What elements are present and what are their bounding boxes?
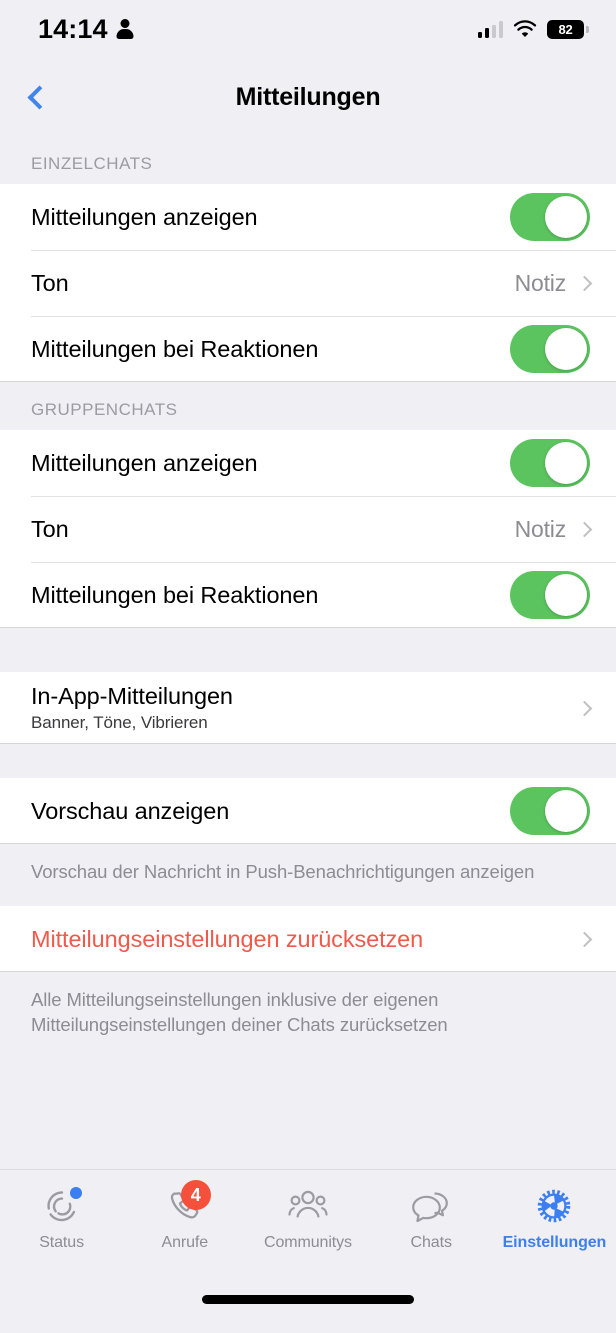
toggle-gruppenchats-reaction-notifications[interactable] bbox=[510, 571, 590, 619]
tab-chats[interactable]: Chats bbox=[370, 1185, 493, 1252]
toggle-einzelchats-reaction-notifications[interactable] bbox=[510, 325, 590, 373]
row-label: Mitteilungen anzeigen bbox=[31, 449, 258, 476]
row-label: Ton bbox=[31, 269, 69, 296]
chat-bubbles-icon bbox=[408, 1185, 454, 1227]
chevron-right-icon bbox=[576, 931, 593, 948]
chevron-right-icon bbox=[576, 521, 593, 537]
row-einzelchats-tone[interactable]: Ton Notiz bbox=[0, 250, 616, 316]
status-bar-right: 82 bbox=[477, 19, 589, 39]
status-bar: 14:14 82 bbox=[0, 0, 616, 58]
row-gruppenchats-tone[interactable]: Ton Notiz bbox=[0, 496, 616, 562]
tab-label: Einstellungen bbox=[502, 1234, 607, 1251]
chevron-right-icon bbox=[576, 275, 593, 291]
home-indicator[interactable] bbox=[202, 1295, 414, 1304]
tab-label: Status bbox=[39, 1234, 84, 1251]
section-in-app: In-App-Mitteilungen Banner, Töne, Vibrie… bbox=[0, 672, 616, 744]
home-indicator-area bbox=[0, 1295, 616, 1333]
row-gruppenchats-reaction-notifications[interactable]: Mitteilungen bei Reaktionen bbox=[0, 562, 616, 628]
person-icon bbox=[116, 18, 134, 40]
row-label: Ton bbox=[31, 515, 69, 542]
section-reset: Mitteilungseinstellungen zurücksetzen bbox=[0, 906, 616, 973]
tab-label: Chats bbox=[410, 1234, 452, 1251]
status-rings-icon bbox=[39, 1185, 85, 1227]
whatsapp-notifications-screen: 14:14 82 Mitteilungen EINZELCHATS Mittei… bbox=[0, 0, 616, 1333]
section-spacer bbox=[0, 744, 616, 778]
tab-bar: Status 4 Anrufe Communitys Chats Einstel… bbox=[0, 1169, 616, 1295]
row-gruppenchats-show-notifications[interactable]: Mitteilungen anzeigen bbox=[0, 430, 616, 496]
anrufe-badge: 4 bbox=[180, 1180, 211, 1210]
chevron-right-icon bbox=[576, 700, 593, 716]
settings-list: EINZELCHATS Mitteilungen anzeigen Ton No… bbox=[0, 136, 616, 1169]
footer-reset: Alle Mitteilungseinstellungen inklusive … bbox=[0, 972, 616, 1060]
row-sublabel: Banner, Töne, Vibrieren bbox=[31, 713, 208, 732]
wifi-icon bbox=[513, 20, 537, 38]
row-label: In-App-Mitteilungen bbox=[31, 683, 233, 709]
battery-icon: 82 bbox=[547, 19, 589, 39]
footer-preview: Vorschau der Nachricht in Push-Benachric… bbox=[0, 844, 616, 907]
page-title: Mitteilungen bbox=[235, 82, 381, 111]
row-label: Vorschau anzeigen bbox=[31, 797, 230, 824]
status-bar-left: 14:14 bbox=[38, 14, 134, 45]
row-value-tone: Notiz bbox=[514, 515, 567, 542]
row-label: Mitteilungen bei Reaktionen bbox=[31, 581, 319, 608]
tab-communitys[interactable]: Communitys bbox=[246, 1185, 369, 1252]
section-spacer bbox=[0, 628, 616, 672]
row-label-destructive: Mitteilungseinstellungen zurücksetzen bbox=[31, 925, 424, 952]
section-header-gruppenchats: GRUPPENCHATS bbox=[0, 382, 616, 430]
status-bar-clock: 14:14 bbox=[38, 13, 108, 44]
toggle-show-preview[interactable] bbox=[510, 787, 590, 835]
row-label: Mitteilungen bei Reaktionen bbox=[31, 335, 319, 362]
row-einzelchats-show-notifications[interactable]: Mitteilungen anzeigen bbox=[0, 184, 616, 250]
status-unread-dot bbox=[69, 1187, 82, 1199]
cellular-signal-icon bbox=[477, 21, 503, 38]
back-button[interactable] bbox=[14, 74, 60, 120]
gear-icon bbox=[531, 1185, 577, 1227]
row-in-app-text: In-App-Mitteilungen Banner, Töne, Vibrie… bbox=[31, 683, 579, 733]
row-show-preview[interactable]: Vorschau anzeigen bbox=[0, 778, 616, 844]
row-value-tone: Notiz bbox=[514, 269, 567, 296]
tab-anrufe[interactable]: 4 Anrufe bbox=[123, 1180, 246, 1252]
toggle-einzelchats-show-notifications[interactable] bbox=[510, 193, 590, 241]
row-label: Mitteilungen anzeigen bbox=[31, 203, 258, 230]
row-reset-notification-settings[interactable]: Mitteilungseinstellungen zurücksetzen bbox=[0, 906, 616, 973]
toggle-gruppenchats-show-notifications[interactable] bbox=[510, 439, 590, 487]
row-einzelchats-reaction-notifications[interactable]: Mitteilungen bei Reaktionen bbox=[0, 316, 616, 382]
tab-status[interactable]: Status bbox=[0, 1185, 123, 1252]
tab-einstellungen[interactable]: Einstellungen bbox=[493, 1185, 616, 1252]
chevron-left-icon bbox=[27, 84, 52, 110]
tab-label: Communitys bbox=[264, 1234, 352, 1251]
section-einzelchats: Mitteilungen anzeigen Ton Notiz Mitteilu… bbox=[0, 184, 616, 382]
section-gruppenchats: Mitteilungen anzeigen Ton Notiz Mitteilu… bbox=[0, 430, 616, 628]
phone-icon: 4 bbox=[162, 1180, 211, 1227]
people-group-icon bbox=[285, 1185, 331, 1227]
section-header-einzelchats: EINZELCHATS bbox=[0, 136, 616, 184]
row-in-app-notifications[interactable]: In-App-Mitteilungen Banner, Töne, Vibrie… bbox=[0, 672, 616, 744]
tab-label: Anrufe bbox=[161, 1234, 209, 1251]
battery-level-label: 82 bbox=[558, 21, 573, 37]
navigation-bar: Mitteilungen bbox=[0, 58, 616, 136]
section-preview: Vorschau anzeigen bbox=[0, 778, 616, 844]
